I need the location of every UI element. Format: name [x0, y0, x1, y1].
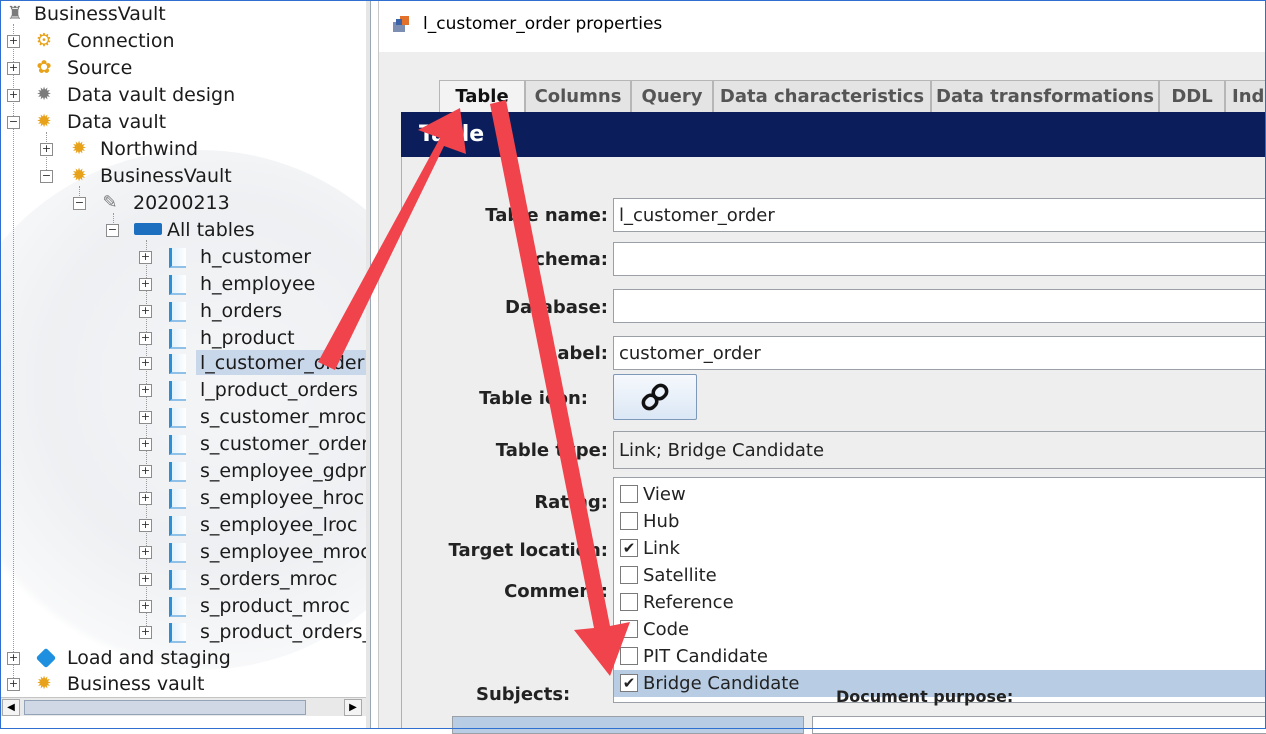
- annotation-arrow-down: [490, 100, 630, 676]
- annotation-arrow-up: [318, 108, 466, 370]
- annotation-arrows: [318, 100, 630, 676]
